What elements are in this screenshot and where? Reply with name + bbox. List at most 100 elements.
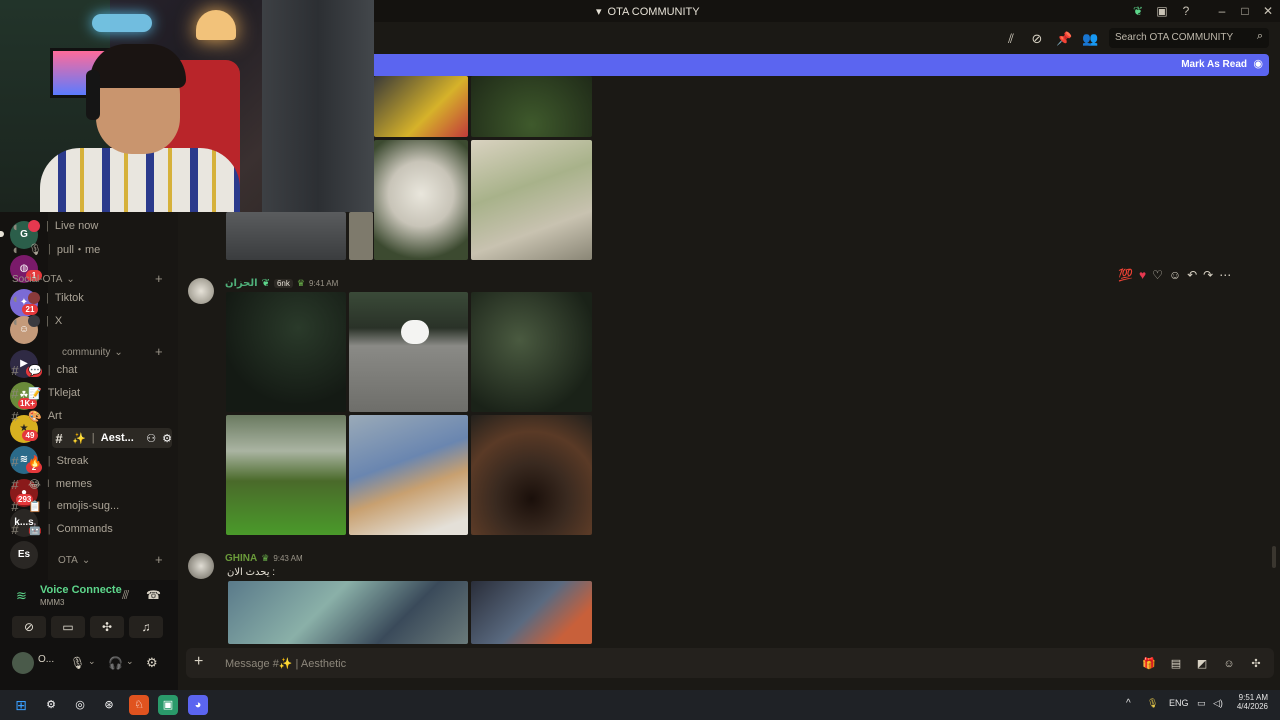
attachment-image[interactable] [349,212,373,260]
add-member-icon[interactable]: ⚇ [146,432,156,445]
maximize-button[interactable]: □ [1237,3,1253,19]
more-options-icon[interactable]: ⋯ [1219,268,1231,282]
attachment-image[interactable] [471,581,592,644]
noise-suppression-icon[interactable]: ⫻ [122,588,129,603]
add-channel-button[interactable]: + [155,271,163,286]
mic-tray-icon[interactable]: 🎙 [1147,698,1158,709]
brave-browser-icon[interactable]: ♘ [129,695,149,715]
gif-icon[interactable]: ▤ [1169,657,1183,671]
attachment-image[interactable] [374,140,468,260]
attachment-image[interactable] [226,415,346,535]
clipboard-icon: 📋 [28,500,42,513]
minimize-button[interactable]: – [1214,3,1230,19]
upload-plus-button[interactable]: + [194,653,203,671]
activities-button[interactable]: ✣ [90,616,124,638]
language-indicator[interactable]: ENG [1169,698,1189,708]
notifications-muted-icon[interactable]: ⊘ [1029,31,1045,47]
discord-app-icon[interactable]: ◕ [188,695,208,715]
member-list-icon[interactable]: 👥 [1082,31,1098,47]
channel-emojis-suggestions[interactable]: # 📋 I emojis-sug... [8,496,172,516]
attachment-image[interactable] [349,292,468,412]
username[interactable]: GHINA [225,553,257,564]
forward-icon[interactable]: ↷ [1203,268,1213,282]
category-community[interactable]: community ⌄ [62,347,123,358]
hash-icon: # [11,521,19,537]
reply-icon[interactable]: ↶ [1187,268,1197,282]
hash-icon: # [11,362,19,378]
mark-as-read-button[interactable]: Mark As Read [1181,59,1247,70]
attachment-image[interactable] [471,415,592,535]
channel-commands[interactable]: # 🤖 | Commands [8,519,172,539]
windows-start-icon[interactable]: ⊞ [11,695,31,715]
channel-memes[interactable]: # 😂 I memes [8,474,172,494]
leaf-icon: ❦ [261,278,270,289]
nitro-leaf-icon[interactable]: ❦ [1130,3,1146,19]
channel-tklejat[interactable]: # 📝 Tklejat [8,383,172,403]
pinned-messages-icon[interactable]: 📌 [1056,31,1072,47]
add-channel-button[interactable]: + [155,344,163,359]
channel-streak[interactable]: # 🔥 | Streak [8,451,172,471]
clock[interactable]: 9:51 AM 4/4/2026 [1234,693,1268,711]
category-social-ota[interactable]: Social-OTA ⌄ [12,274,75,285]
speech-bubble-icon: 💬 [28,364,42,377]
camera-off-button[interactable]: ⊘ [12,616,46,638]
inbox-icon[interactable]: ▣ [1154,3,1170,19]
avatar[interactable] [188,553,214,579]
search-input[interactable]: Search OTA COMMUNITY ⌕ [1109,28,1269,48]
server-icon[interactable]: Es [10,541,38,569]
chevron-down-icon[interactable]: ⌄ [126,656,134,667]
white-heart-icon[interactable]: ♡ [1152,268,1163,282]
username[interactable]: الحزان [225,278,258,289]
channel-x[interactable]: ◖ | X [8,311,172,331]
channel-art[interactable]: # 🎨 Art [8,406,172,426]
gift-icon[interactable]: 🎁 [1142,657,1156,671]
emoji-icon[interactable]: ☺ [1222,657,1236,671]
chevron-down-icon[interactable]: ⌄ [88,656,96,667]
headphones-icon[interactable]: 🎧 [108,656,123,670]
mic-icon[interactable]: 🎙 [70,656,85,670]
volume-icon[interactable]: ◁) [1213,698,1223,709]
message-composer[interactable]: + Message #✨ | Aesthetic 🎁 ▤ ◩ ☺ ✣ [186,648,1274,678]
channel-tiktok[interactable]: ◖ | Tiktok [8,288,172,308]
threads-icon[interactable]: ⫽ [1003,31,1019,47]
apps-icon[interactable]: ✣ [1249,657,1263,671]
soundboard-button[interactable]: ♫ [129,616,163,638]
sticker-icon[interactable]: ◩ [1195,657,1209,671]
hash-icon: # [11,385,19,401]
chevron-up-icon[interactable]: ^ [1126,698,1131,709]
app-icon[interactable]: ▣ [158,695,178,715]
add-channel-button[interactable]: + [155,552,163,567]
category-ota[interactable]: OTA ⌄ [58,555,90,566]
avatar[interactable] [12,652,34,674]
attachment-image[interactable] [228,581,468,644]
red-heart-icon[interactable]: ♥ [1139,268,1146,282]
network-icon[interactable]: ▭ [1197,698,1206,709]
attachment-image[interactable] [349,415,468,535]
avatar[interactable] [188,278,214,304]
voice-channel-pull-me[interactable]: ◖ 🎙 | pull・me [8,239,172,259]
scrollbar-thumb[interactable] [1272,546,1276,568]
settings-gear-icon[interactable]: ⚙ [162,432,172,445]
channel-aesthetic[interactable]: # ✨ | Aest... ⚇ ⚙ [52,428,172,448]
new-messages-bar[interactable]: Mark As Read ◉ [374,54,1269,76]
attachment-image[interactable] [226,212,346,260]
attachment-image[interactable] [374,76,468,137]
message-input[interactable]: Message #✨ | Aesthetic [225,657,346,670]
obs-app-icon[interactable]: ◎ [70,695,90,715]
add-reaction-icon[interactable]: ☺ [1169,268,1181,282]
attachment-image[interactable] [226,292,346,412]
attachment-image[interactable] [471,76,592,137]
attachment-image[interactable] [471,140,592,260]
hundred-icon[interactable]: 💯 [1118,268,1133,282]
speaker-icon: ◖ [11,218,19,234]
channel-chat[interactable]: # 💬 | chat [8,360,172,380]
help-icon[interactable]: ? [1178,3,1194,19]
disconnect-icon[interactable]: ☎ [146,588,161,602]
attachment-image[interactable] [471,292,592,412]
screen-share-button[interactable]: ▭ [51,616,85,638]
close-button[interactable]: ✕ [1260,3,1276,19]
settings-gear-icon[interactable]: ⚙ [146,655,158,671]
game-app-icon[interactable]: ⊛ [99,695,119,715]
settings-app-icon[interactable]: ⚙ [41,695,61,715]
voice-channel-live-now[interactable]: ◖ | Live now [8,216,172,236]
